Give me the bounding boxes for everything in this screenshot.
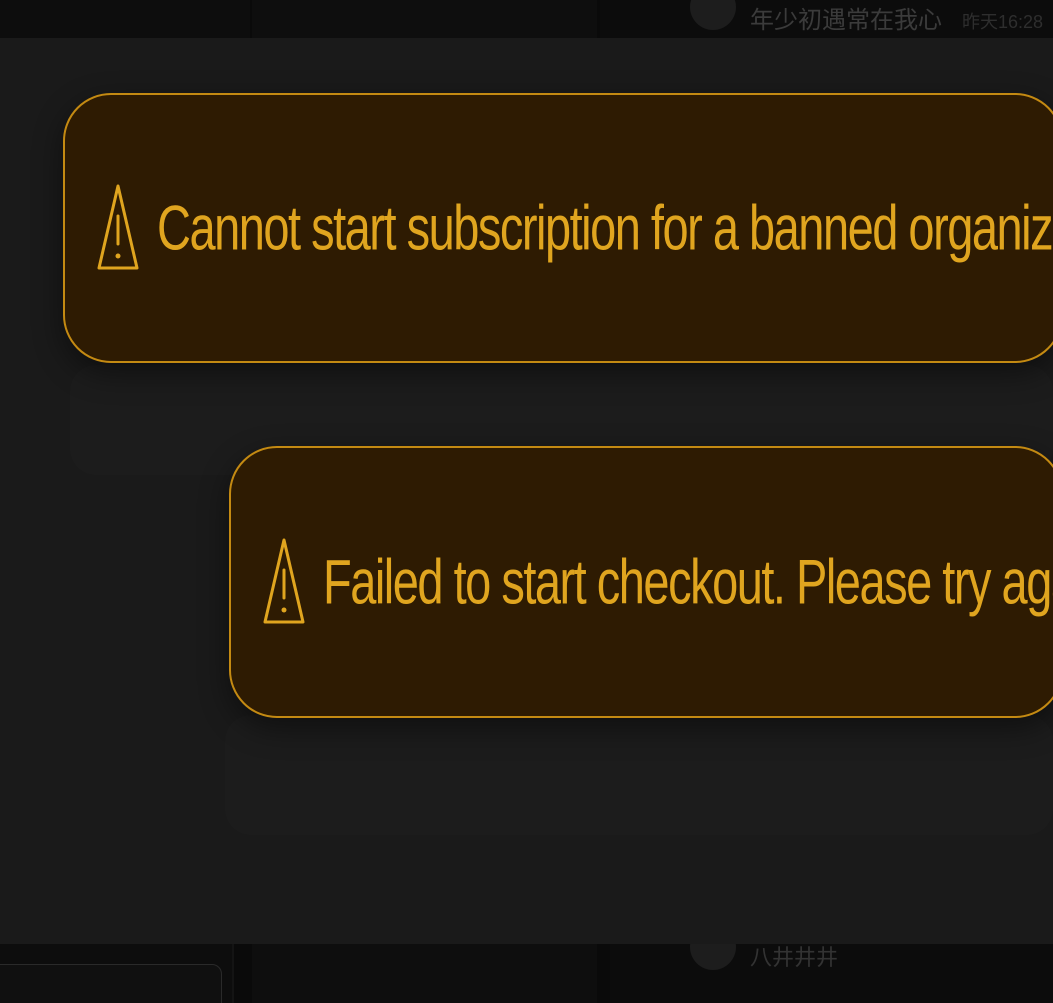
background-top-bar: 年少初遇常在我心 昨天16:28 xyxy=(0,0,1053,38)
error-toast: Cannot start subscription for a banned o… xyxy=(63,93,1053,363)
app-screen: 年少初遇常在我心 昨天16:28 八井井井 Cannot start subsc… xyxy=(0,0,1053,1003)
warning-triangle-icon xyxy=(97,182,139,274)
warning-triangle-icon xyxy=(263,536,305,628)
message-input[interactable] xyxy=(0,964,222,1003)
background-column xyxy=(252,0,597,38)
chat-contact-name: 八井井井 xyxy=(750,945,839,970)
background-column xyxy=(0,0,250,38)
toast-message: Failed to start checkout. Please try aga… xyxy=(323,545,1053,618)
background-column xyxy=(252,944,597,1003)
error-toast: Failed to start checkout. Please try aga… xyxy=(229,446,1053,718)
background-bottom-bar: 八井井井 xyxy=(0,944,1053,1003)
background-panel xyxy=(225,715,1053,835)
chat-contact-name: 年少初遇常在我心 xyxy=(750,7,942,34)
toast-message: Cannot start subscription for a banned o… xyxy=(157,191,1053,264)
chat-timestamp: 昨天16:28 xyxy=(962,12,1044,32)
